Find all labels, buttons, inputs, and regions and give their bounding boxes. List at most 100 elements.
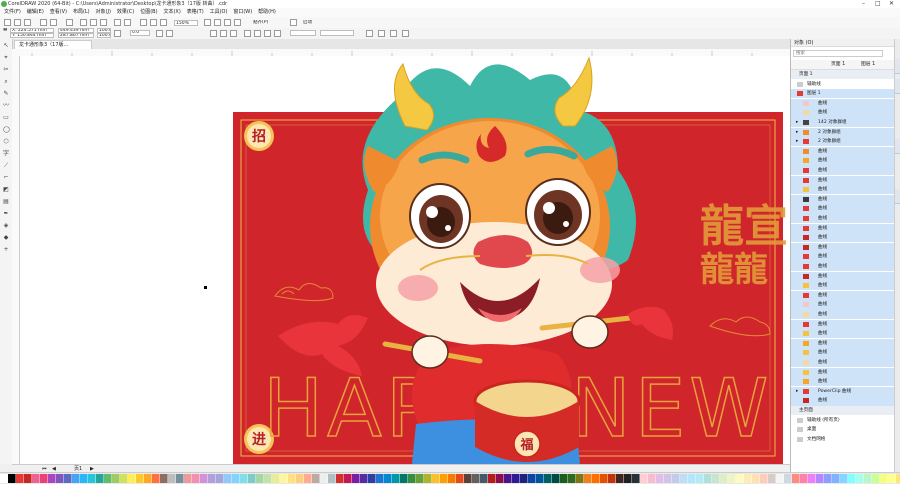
objects-page-tab[interactable]: 页面 1	[831, 60, 845, 69]
redo-icon[interactable]	[124, 19, 131, 26]
line-style-select[interactable]	[320, 30, 354, 36]
color-swatch[interactable]	[656, 474, 664, 483]
lock-ratio-icon[interactable]	[114, 30, 121, 37]
color-swatch[interactable]	[200, 474, 208, 483]
expand-chevron-icon[interactable]: ▸	[796, 387, 798, 396]
color-swatch[interactable]	[664, 474, 672, 483]
close-button[interactable]: ✕	[889, 0, 894, 8]
weld-icon[interactable]	[244, 30, 251, 37]
objects-item-row[interactable]: 曲线	[791, 367, 895, 377]
color-swatch[interactable]	[696, 474, 704, 483]
objects-item-row[interactable]: 曲线	[791, 223, 895, 233]
color-swatch[interactable]	[72, 474, 80, 483]
shape-tool-icon[interactable]: ⌖	[3, 55, 9, 61]
side-tab-align[interactable]	[895, 189, 900, 204]
outline-width-select[interactable]	[290, 30, 316, 36]
side-tab-properties[interactable]	[895, 79, 900, 94]
color-swatch[interactable]	[144, 474, 152, 483]
color-swatch[interactable]	[768, 474, 776, 483]
color-swatch[interactable]	[320, 474, 328, 483]
color-swatch[interactable]	[360, 474, 368, 483]
objects-item-row[interactable]: ▸ PowerClip 曲线	[791, 386, 895, 397]
cloud-upload-icon[interactable]	[50, 19, 57, 26]
color-swatch[interactable]	[112, 474, 120, 483]
color-swatch[interactable]	[216, 474, 224, 483]
color-swatch[interactable]	[792, 474, 800, 483]
save-icon[interactable]	[24, 19, 31, 26]
menu-file[interactable]: 文件(F)	[4, 8, 21, 17]
objects-item-row[interactable]: 曲线	[791, 146, 895, 157]
objects-item-row[interactable]: 曲线	[791, 233, 895, 243]
objects-item-row[interactable]: 曲线	[791, 242, 895, 253]
objects-item-row[interactable]: 曲线	[791, 348, 895, 358]
color-swatch[interactable]	[104, 474, 112, 483]
cut-icon[interactable]	[80, 19, 87, 26]
objects-item-row[interactable]: 曲线	[791, 396, 895, 406]
color-swatch[interactable]	[176, 474, 184, 483]
color-swatch[interactable]	[624, 474, 632, 483]
color-swatch[interactable]	[888, 474, 896, 483]
color-swatch[interactable]	[464, 474, 472, 483]
color-swatch[interactable]	[56, 474, 64, 483]
color-swatch[interactable]	[312, 474, 320, 483]
expand-chevron-icon[interactable]: ▸	[796, 137, 798, 146]
color-swatch[interactable]	[840, 474, 848, 483]
artistic-media-icon[interactable]: 〰	[3, 103, 9, 109]
scale-y-field[interactable]: 100.0	[97, 33, 111, 38]
color-swatch[interactable]	[616, 474, 624, 483]
node-point[interactable]	[204, 286, 207, 289]
color-swatch[interactable]	[384, 474, 392, 483]
wrap-text-icon[interactable]	[366, 30, 373, 37]
color-swatch[interactable]	[256, 474, 264, 483]
color-swatch[interactable]	[152, 474, 160, 483]
copy-icon[interactable]	[90, 19, 97, 26]
transparency-tool-icon[interactable]: ▤	[3, 199, 9, 205]
color-swatch[interactable]	[544, 474, 552, 483]
color-swatch[interactable]	[368, 474, 376, 483]
export-icon[interactable]	[160, 19, 167, 26]
menu-window[interactable]: 窗口(W)	[233, 8, 252, 17]
freehand-tool-icon[interactable]: ✎	[3, 91, 9, 97]
objects-item-row[interactable]: 曲线	[791, 281, 895, 291]
color-swatch[interactable]	[576, 474, 584, 483]
color-swatch[interactable]	[896, 474, 900, 483]
color-swatch[interactable]	[728, 474, 736, 483]
objects-layer-row[interactable]: 文档网格	[791, 435, 895, 444]
zoom-level-select[interactable]: 150%	[174, 20, 198, 26]
color-swatch[interactable]	[832, 474, 840, 483]
objects-item-row[interactable]: 曲线	[791, 156, 895, 166]
objects-layer-row[interactable]: 桌面	[791, 425, 895, 434]
right-calligraphy-bottom[interactable]: 龍龍	[700, 250, 768, 290]
color-swatch[interactable]	[552, 474, 560, 483]
ellipse-tool-icon[interactable]: ◯	[3, 127, 10, 133]
align-icon[interactable]	[402, 30, 409, 37]
to-back-icon[interactable]	[390, 30, 397, 37]
color-swatch[interactable]	[40, 474, 48, 483]
color-swatch[interactable]	[712, 474, 720, 483]
objects-item-row[interactable]: 曲线	[791, 358, 895, 368]
color-swatch[interactable]	[488, 474, 496, 483]
color-swatch[interactable]	[352, 474, 360, 483]
color-swatch[interactable]	[456, 474, 464, 483]
drawing-canvas[interactable]: 招 进 HAPPY NEW 龍宣 龍龍 福	[20, 56, 790, 464]
menu-tools[interactable]: 工具(O)	[210, 8, 228, 17]
color-swatch[interactable]	[192, 474, 200, 483]
color-swatch[interactable]	[600, 474, 608, 483]
objects-item-row[interactable]: ▸ 142 对象群组	[791, 118, 895, 128]
color-swatch[interactable]	[224, 474, 232, 483]
color-swatch[interactable]	[752, 474, 760, 483]
objects-search-input[interactable]: 搜索	[793, 50, 883, 57]
color-swatch[interactable]	[632, 474, 640, 483]
color-swatch[interactable]	[816, 474, 824, 483]
color-swatch[interactable]	[328, 474, 336, 483]
right-calligraphy-top[interactable]: 龍宣	[700, 201, 788, 252]
objects-item-row[interactable]: 曲线	[791, 175, 895, 185]
color-swatch[interactable]	[480, 474, 488, 483]
color-swatch[interactable]	[680, 474, 688, 483]
color-swatch[interactable]	[448, 474, 456, 483]
color-swatch[interactable]	[536, 474, 544, 483]
color-swatch[interactable]	[208, 474, 216, 483]
color-swatch[interactable]	[800, 474, 808, 483]
color-swatch[interactable]	[304, 474, 312, 483]
color-swatch[interactable]	[24, 474, 32, 483]
